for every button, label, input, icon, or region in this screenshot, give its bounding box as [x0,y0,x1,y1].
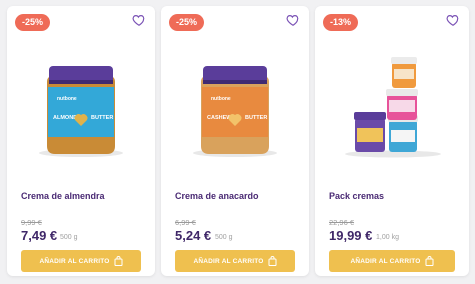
product-name[interactable]: Crema de almendra [21,191,105,201]
discount-badge: -13% [323,14,359,31]
current-price: 5,24 € [175,228,212,243]
old-price: 9,99 € [21,218,42,227]
current-price: 19,99 € [329,228,373,243]
shopping-bag-icon [114,256,123,266]
old-price: 22,96 € [329,218,355,227]
product-card[interactable]: -13% Pack cremas 22,96 € 19,99 € 1,00 kg… [315,6,469,276]
discount-badge: -25% [15,14,51,31]
shopping-bag-icon [425,256,434,266]
product-grid: -25% nutbone ALMOND BUTTER Crema de alme… [0,0,475,284]
svg-text:BUTTER: BUTTER [245,115,267,121]
product-card[interactable]: -25% nutbone ALMOND BUTTER Crema de alme… [7,6,155,276]
add-to-cart-button[interactable]: AÑADIR AL CARRITO [21,250,141,272]
product-card[interactable]: -25% nutbone CASHEW BUTTER Crema de anac… [161,6,309,276]
add-to-cart-button[interactable]: AÑADIR AL CARRITO [329,250,455,272]
product-name[interactable]: Pack cremas [329,191,384,201]
svg-text:CASHEW: CASHEW [207,115,232,121]
discount-badge: -25% [169,14,205,31]
product-weight: 500 g [60,234,78,241]
shopping-bag-icon [268,256,277,266]
product-weight: 1,00 kg [376,234,399,241]
svg-text:ALMOND: ALMOND [53,115,77,121]
svg-text:nutbone: nutbone [211,96,231,102]
product-image[interactable] [315,36,469,166]
add-to-cart-button[interactable]: AÑADIR AL CARRITO [175,250,295,272]
svg-text:nutbone: nutbone [57,96,77,102]
add-to-cart-label: AÑADIR AL CARRITO [193,257,264,265]
current-price: 7,49 € [21,228,58,243]
heart-outline-icon[interactable] [286,13,300,27]
svg-text:BUTTER: BUTTER [91,115,113,121]
heart-outline-icon[interactable] [132,13,146,27]
product-name[interactable]: Crema de anacardo [175,191,259,201]
add-to-cart-label: AÑADIR AL CARRITO [350,257,421,265]
product-image[interactable]: nutbone ALMOND BUTTER [7,36,155,166]
product-weight: 500 g [215,234,233,241]
add-to-cart-label: AÑADIR AL CARRITO [39,257,110,265]
product-image[interactable]: nutbone CASHEW BUTTER [161,36,309,166]
old-price: 6,99 € [175,218,196,227]
heart-outline-icon[interactable] [446,13,460,27]
